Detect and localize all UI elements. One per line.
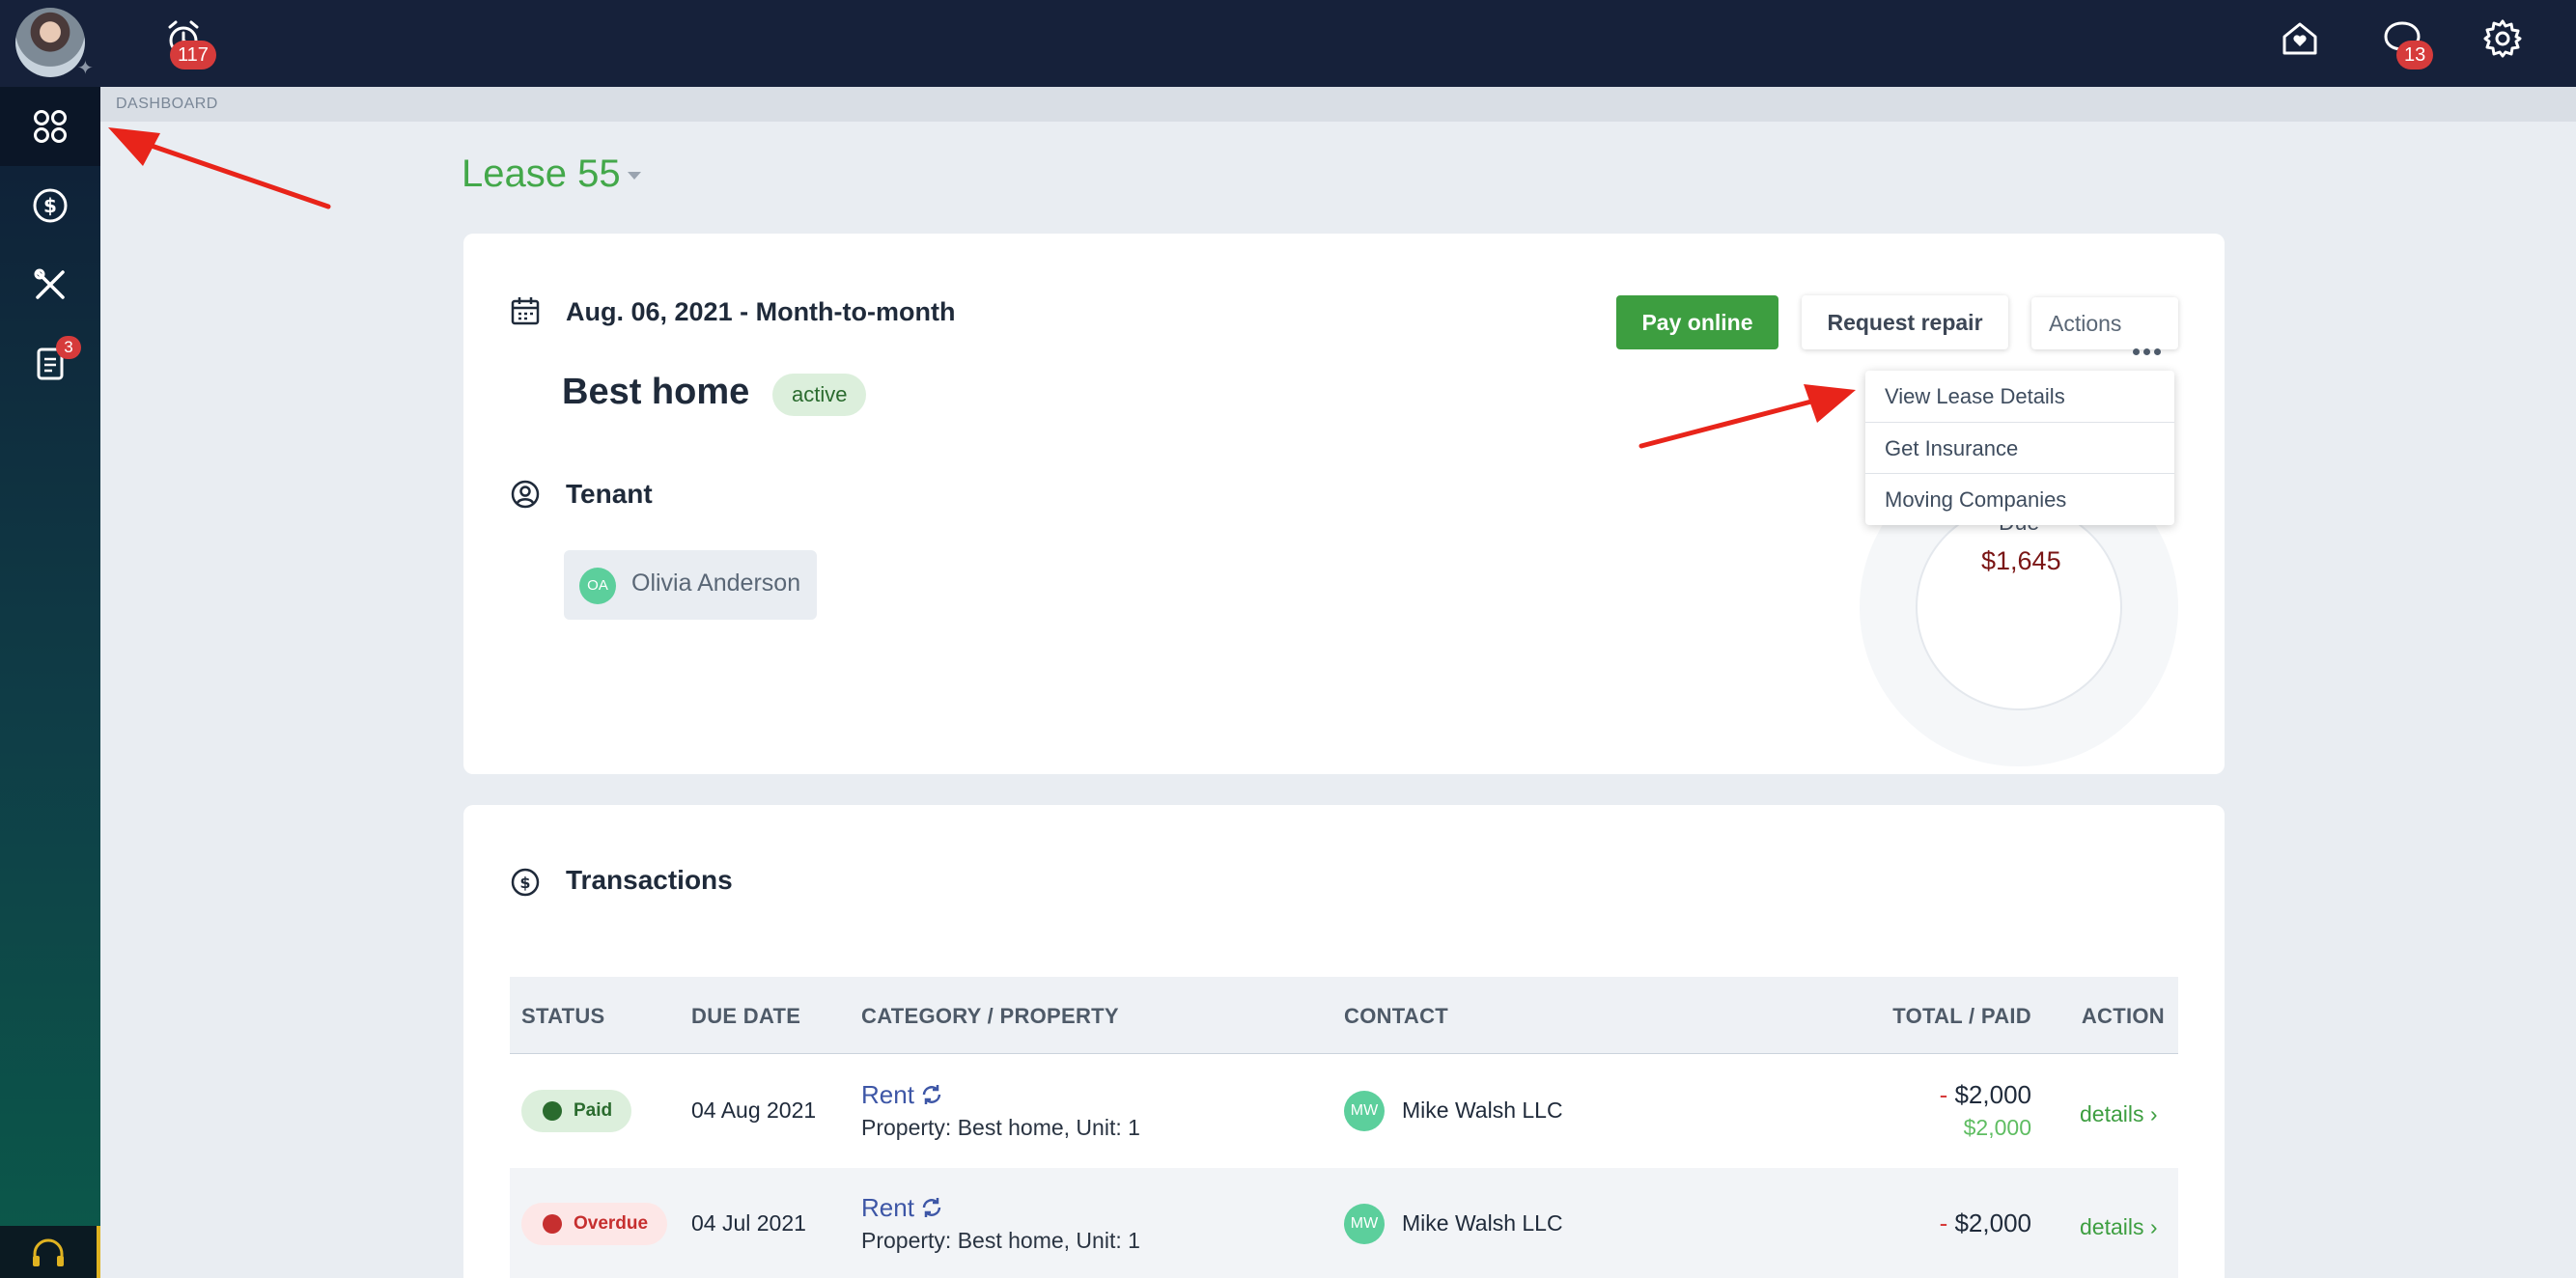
total-amount: - $2,000 <box>1939 1080 2031 1109</box>
tenant-heading: Tenant <box>566 479 653 509</box>
contact-name: Mike Walsh LLC <box>1402 1210 1563 1236</box>
actions-dropdown-menu: View Lease Details Get Insurance Moving … <box>1865 371 2174 525</box>
gear-icon[interactable] <box>2481 17 2524 60</box>
paid-amount: $2,000 <box>1963 1115 2031 1140</box>
user-circle-icon <box>511 480 540 509</box>
details-link[interactable]: details › <box>2080 1101 2158 1127</box>
contact-avatar: MW <box>1344 1204 1385 1244</box>
menu-item-get-insurance[interactable]: Get Insurance <box>1865 422 2174 473</box>
dollar-circle-icon: $ <box>33 188 68 223</box>
dashboard-grid-icon <box>34 110 67 143</box>
sidebar-item-documents[interactable] <box>0 324 100 403</box>
column-total-paid[interactable]: TOTAL / PAID <box>1892 1004 2031 1029</box>
sidebar: $ 3 <box>0 87 100 1278</box>
recurring-sync-icon <box>922 1198 941 1217</box>
recurring-sync-icon <box>922 1085 941 1104</box>
table-row[interactable]: Paid 04 Aug 2021 Rent Property: Best hom… <box>510 1055 2178 1167</box>
table-row[interactable]: Overdue 04 Jul 2021 Rent Property: Best … <box>510 1168 2178 1278</box>
more-dots-icon <box>2129 321 2161 374</box>
transactions-table-header: STATUS DUE DATE CATEGORY / PROPERTY CONT… <box>510 977 2178 1054</box>
column-contact[interactable]: CONTACT <box>1344 1004 1448 1029</box>
actions-label: Actions <box>2049 311 2122 336</box>
column-action: ACTION <box>2081 1004 2165 1028</box>
status-badge: Paid <box>521 1090 632 1132</box>
due-date: 04 Aug 2021 <box>691 1097 817 1123</box>
property-detail: Property: Best home, Unit: 1 <box>861 1228 1140 1253</box>
menu-item-view-lease-details[interactable]: View Lease Details <box>1865 371 2174 422</box>
category-link[interactable]: Rent <box>861 1080 914 1110</box>
clock-icon <box>543 1214 562 1234</box>
top-bar: ✦ 117 13 <box>0 0 2576 87</box>
transactions-heading: Transactions <box>566 865 733 895</box>
property-detail: Property: Best home, Unit: 1 <box>861 1115 1140 1140</box>
tenant-chip[interactable]: OA Olivia Anderson <box>564 550 817 620</box>
sidebar-item-maintenance[interactable] <box>0 245 100 324</box>
menu-item-moving-companies[interactable]: Moving Companies <box>1865 473 2174 524</box>
breadcrumb[interactable]: DASHBOARD <box>116 96 218 113</box>
sidebar-item-payments[interactable]: $ <box>0 166 100 245</box>
chevron-down-icon[interactable] <box>628 172 641 180</box>
calendar-icon <box>511 297 540 325</box>
tenant-avatar: OA <box>579 568 616 604</box>
annotation-arrow-icon <box>1638 384 1856 449</box>
category-link[interactable]: Rent <box>861 1193 914 1223</box>
star-icon: ✦ <box>77 58 94 79</box>
alarm-count-badge: 117 <box>170 41 216 69</box>
details-link[interactable]: details › <box>2080 1214 2158 1240</box>
svg-text:$: $ <box>43 194 57 217</box>
dollar-circle-icon: $ <box>511 868 540 897</box>
contact-avatar: MW <box>1344 1091 1385 1131</box>
due-amount: $1,645 <box>1981 546 2061 575</box>
documents-count-badge: 3 <box>56 336 81 359</box>
tenant-name: Olivia Anderson <box>631 570 801 597</box>
check-circle-icon <box>543 1101 562 1121</box>
property-name: Best home <box>562 372 750 412</box>
column-category-property[interactable]: CATEGORY / PROPERTY <box>861 1004 1119 1029</box>
svg-text:$: $ <box>519 874 530 892</box>
user-avatar[interactable] <box>15 8 85 77</box>
breadcrumb-bar: DASHBOARD <box>100 87 2576 122</box>
home-heart-icon[interactable] <box>2279 17 2321 60</box>
status-badge: Overdue <box>521 1203 668 1245</box>
contact-name: Mike Walsh LLC <box>1402 1097 1563 1123</box>
support-button[interactable] <box>0 1226 100 1278</box>
actions-button[interactable]: Actions <box>2031 297 2178 355</box>
due-date: 04 Jul 2021 <box>691 1210 806 1236</box>
annotation-arrow-icon <box>108 127 331 209</box>
headset-icon <box>33 1238 64 1266</box>
pay-online-button[interactable]: Pay online <box>1616 295 1778 349</box>
lease-selector[interactable]: Lease 55 <box>462 153 621 196</box>
column-status[interactable]: STATUS <box>521 1004 605 1029</box>
notifications-count-badge: 13 <box>2396 41 2434 69</box>
column-due-date[interactable]: DUE DATE <box>691 1004 800 1029</box>
lease-date-range: Aug. 06, 2021 - Month-to-month <box>566 297 956 326</box>
lease-status-badge: active <box>772 374 867 416</box>
total-amount: - $2,000 <box>1939 1209 2031 1237</box>
tools-icon <box>34 268 65 299</box>
request-repair-button[interactable]: Request repair <box>1802 295 2008 349</box>
sidebar-item-dashboard[interactable] <box>0 87 100 166</box>
